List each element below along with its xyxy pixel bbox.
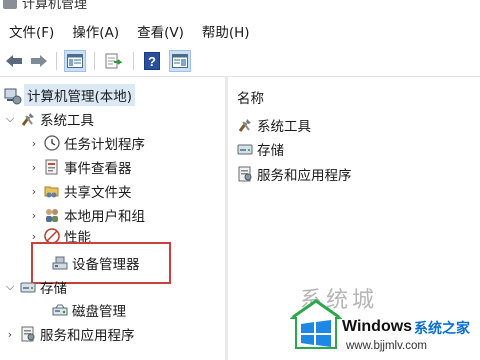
system-tools-icon (237, 117, 253, 133)
watermark-brand: Windows (342, 318, 413, 335)
device-manager-icon (52, 255, 68, 271)
tree-storage[interactable]: ⌵ 存储 (4, 276, 67, 298)
console-tree: 计算机管理(本地) ⌵ 系统工具 › 任务计划程序 › 事件查看器 › 共享文件… (0, 77, 225, 360)
tree-item-disk-management[interactable]: 磁盘管理 (52, 299, 126, 321)
tree-label: 共享文件夹 (64, 185, 132, 201)
menu-bar: 文件(F) 操作(A) 查看(V) 帮助(H) (0, 19, 480, 43)
computer-management-icon (4, 87, 22, 105)
show-hide-tree-button[interactable] (64, 50, 86, 72)
title-bar: 计算机管理 (0, 0, 480, 14)
services-icon (237, 166, 253, 182)
window-title: 计算机管理 (22, 0, 88, 12)
chevron-right-icon[interactable]: › (28, 132, 40, 154)
tree-system-tools[interactable]: ⌵ 系统工具 (4, 108, 94, 130)
event-viewer-icon (44, 159, 60, 175)
tree-label: 磁盘管理 (72, 304, 126, 320)
storage-icon (237, 141, 253, 157)
toolbar: ? (0, 46, 480, 77)
help-icon: ? (144, 52, 160, 70)
users-icon (44, 207, 60, 223)
tree-item-device-manager[interactable]: 设备管理器 (52, 252, 140, 274)
chevron-right-icon[interactable]: › (28, 204, 40, 226)
tree-label: 事件查看器 (64, 161, 132, 177)
tree-item-event-viewer[interactable]: › 事件查看器 (28, 156, 132, 178)
action-pane-icon (172, 54, 188, 68)
tree-label: 本地用户和组 (64, 209, 145, 225)
chevron-right-icon[interactable]: › (28, 180, 40, 202)
windows-house-logo-icon (290, 299, 342, 349)
tree-services-applications[interactable]: › 服务和应用程序 (4, 323, 135, 345)
watermark-url: www.bjjmlv.com (346, 340, 427, 352)
list-item-label: 系统工具 (257, 119, 311, 135)
list-item-services[interactable]: 服务和应用程序 (237, 163, 352, 185)
chevron-right-icon[interactable]: › (4, 323, 16, 345)
show-action-pane-button[interactable] (169, 50, 191, 72)
console-tree-icon (67, 54, 83, 68)
tree-label: 设备管理器 (72, 257, 140, 273)
column-header-name[interactable]: 名称 (237, 87, 264, 107)
tree-label-storage: 存储 (40, 281, 67, 297)
tree-root[interactable]: 计算机管理(本地) (4, 84, 136, 106)
computer-management-icon (3, 0, 17, 9)
menu-view[interactable]: 查看(V) (127, 21, 192, 41)
list-item-system-tools[interactable]: 系统工具 (237, 114, 311, 136)
svg-text:?: ? (148, 54, 156, 69)
tree-item-task-scheduler[interactable]: › 任务计划程序 (28, 132, 145, 154)
menu-file[interactable]: 文件(F) (0, 21, 62, 41)
back-button[interactable] (3, 50, 25, 72)
menu-help[interactable]: 帮助(H) (192, 21, 258, 41)
system-tools-icon (20, 111, 36, 127)
tree-item-shared-folders[interactable]: › 共享文件夹 (28, 180, 132, 202)
tree-label-system-tools: 系统工具 (40, 113, 94, 129)
tree-label: 任务计划程序 (64, 137, 145, 153)
forward-icon (31, 55, 47, 67)
export-icon (105, 53, 123, 69)
tree-root-label: 计算机管理(本地) (24, 84, 136, 106)
tree-label: 服务和应用程序 (40, 328, 135, 344)
chevron-right-icon[interactable]: › (28, 156, 40, 178)
shared-folder-icon (44, 183, 60, 199)
menu-action[interactable]: 操作(A) (62, 21, 127, 41)
forward-button[interactable] (28, 50, 50, 72)
chevron-down-icon[interactable]: ⌵ (4, 276, 16, 298)
chevron-down-icon[interactable]: ⌵ (4, 108, 16, 130)
list-item-storage[interactable]: 存储 (237, 138, 284, 160)
list-item-label: 服务和应用程序 (257, 168, 352, 184)
storage-icon (20, 279, 36, 295)
services-icon (20, 326, 36, 342)
clock-icon (44, 135, 60, 151)
tree-item-local-users-groups[interactable]: › 本地用户和组 (28, 204, 145, 226)
disk-management-icon (52, 302, 68, 318)
help-button[interactable]: ? (141, 50, 163, 72)
back-icon (6, 55, 22, 67)
watermark-cn: 系统之家 (414, 321, 470, 337)
export-list-button[interactable] (103, 50, 125, 72)
list-item-label: 存储 (257, 143, 284, 159)
